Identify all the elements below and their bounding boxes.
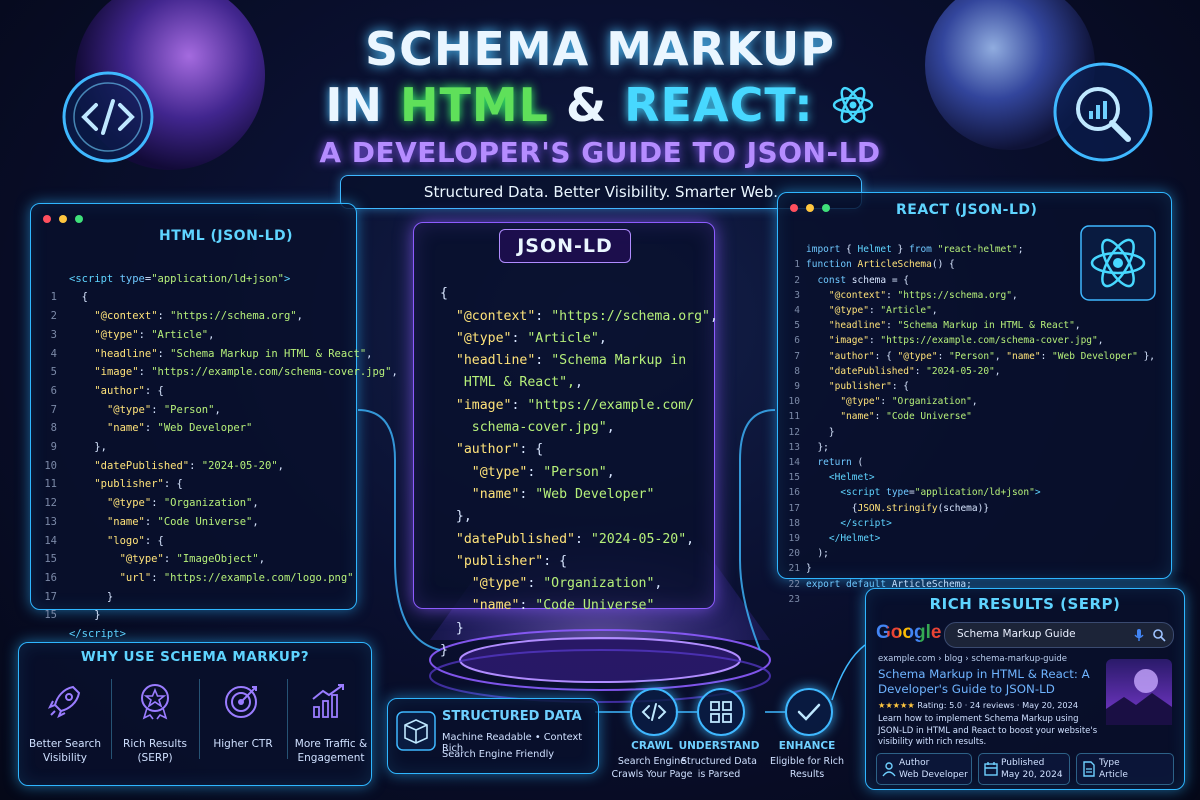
- json-ld-title-box: JSON-LD: [499, 229, 631, 263]
- cube-icon: [396, 711, 436, 751]
- window-dot-red: [790, 204, 798, 212]
- star-badge-icon: [141, 684, 169, 720]
- serp-title: RICH RESULTS (SERP): [929, 595, 1121, 613]
- flow-title: ENHANCE: [778, 740, 836, 752]
- target-icon: [225, 686, 257, 718]
- html-code-panel: HTML (JSON-LD) 1 2 3 4 5 6 7 8 9 10 11 12 13 14 15 16 17…: [30, 203, 398, 640]
- result-breadcrumb: example.com › blog › schema-markup-guide: [878, 654, 1067, 664]
- window-dot-green: [822, 204, 830, 212]
- result-rating: ★★★★★ Rating: 5.0 · 24 reviews · May 20,…: [878, 700, 1078, 710]
- chip-value: Web Developer: [899, 770, 968, 780]
- flow-node-crawl: [630, 688, 678, 736]
- chip-label: Type: [1099, 758, 1120, 768]
- window-dot-green: [75, 215, 83, 223]
- growth-chart-icon: [312, 684, 344, 718]
- result-snippet: Learn how to implement Schema Markup usi…: [878, 714, 1098, 747]
- flow-title: UNDERSTAND: [678, 740, 760, 752]
- title-in: IN: [325, 78, 383, 132]
- chip-author: Author Web Developer: [876, 753, 972, 785]
- search-query: Schema Markup Guide: [957, 628, 1076, 640]
- check-icon: [797, 703, 821, 721]
- structured-line-2: Search Engine Friendly: [442, 749, 555, 760]
- subtitle: A DEVELOPER'S GUIDE TO JSON-LD: [319, 136, 881, 169]
- microphone-icon[interactable]: [1133, 628, 1145, 642]
- why-item-label: Rich Results (SERP): [123, 738, 187, 764]
- rocket-icon: [47, 685, 81, 719]
- title-line-2: IN HTML & REACT:: [0, 78, 1200, 132]
- json-ld-code-block: { "@context": "https://schema.org", "@ty…: [440, 286, 718, 659]
- title-amp: &: [566, 78, 608, 132]
- why-schema-panel: WHY USE SCHEMA MARKUP? Better Search Vis…: [18, 642, 372, 786]
- why-item-label: Higher CTR: [213, 738, 273, 750]
- chip-value: Article: [1099, 770, 1128, 780]
- json-ld-title: JSON-LD: [517, 235, 613, 257]
- json-ld-panel: JSON-LD { "@context": "https://schema.or…: [413, 222, 718, 658]
- why-item-label: Better Search Visibility: [28, 738, 102, 764]
- result-title-link[interactable]: Schema Markup in HTML & React: A Develop…: [878, 667, 1098, 697]
- grid-icon: [710, 701, 732, 723]
- tagline-text: Structured Data. Better Visibility. Smar…: [423, 183, 779, 201]
- search-input[interactable]: Schema Markup Guide: [944, 622, 1174, 648]
- page-title: SCHEMA MARKUP: [365, 22, 835, 76]
- html-code-block: <script type="application/ld+json"> { "@…: [69, 272, 398, 641]
- chip-published: Published May 20, 2024: [978, 753, 1070, 785]
- react-logo-icon: [832, 86, 873, 124]
- flow-node-enhance: [785, 688, 833, 736]
- why-title: WHY USE SCHEMA MARKUP?: [80, 649, 310, 665]
- serp-panel: RICH RESULTS (SERP) Google Schema Markup…: [865, 588, 1185, 790]
- chip-value: May 20, 2024: [1001, 770, 1063, 780]
- google-logo-text: Google: [876, 622, 942, 643]
- flow-node-understand: [697, 688, 745, 736]
- react-code-panel: REACT (JSON-LD) 1 2 3 4 5 6 7 8 9 10 11 12 13 14 15 16 1…: [777, 192, 1172, 605]
- title-react: REACT:: [624, 78, 814, 132]
- react-line-numbers: 1 2 3 4 5 6 7 8 9 10 11 12 13 14 15 16 17 18 19 20 21 22 23: [788, 259, 800, 605]
- rating-stars: ★★★★★: [878, 700, 915, 710]
- structured-data-card: STRUCTURED DATA Machine Readable • Conte…: [387, 698, 599, 774]
- chip-label: Published: [1001, 758, 1045, 768]
- result-thumbnail: [1106, 659, 1172, 725]
- html-line-numbers: 1 2 3 4 5 6 7 8 9 10 11 12 13 14 15 16 17 15: [44, 291, 57, 622]
- person-icon: [882, 762, 896, 777]
- flow-desc: Eligible for Rich Results: [769, 756, 845, 780]
- window-dot-red: [43, 215, 51, 223]
- calendar-icon: [984, 762, 998, 776]
- window-dot-yellow: [59, 215, 67, 223]
- title-html: HTML: [400, 78, 549, 132]
- google-logo: Google: [876, 622, 941, 644]
- html-panel-title: HTML (JSON-LD): [159, 228, 294, 244]
- react-panel-title: REACT (JSON-LD): [896, 202, 1038, 218]
- document-icon: [1083, 761, 1095, 777]
- window-dot-yellow: [806, 204, 814, 212]
- chip-type: Type Article: [1076, 753, 1174, 785]
- react-code-block: import { Helmet } from "react-helmet"; f…: [806, 244, 1156, 590]
- why-item-label: More Traffic & Engagement: [294, 738, 368, 764]
- search-icon[interactable]: [1152, 628, 1166, 642]
- rating-text: Rating: 5.0 · 24 reviews · May 20, 2024: [917, 700, 1079, 710]
- chip-label: Author: [899, 758, 930, 768]
- code-icon: [641, 703, 667, 721]
- structured-title: STRUCTURED DATA: [442, 709, 582, 724]
- flow-desc: Structured Data is Parsed: [681, 756, 757, 780]
